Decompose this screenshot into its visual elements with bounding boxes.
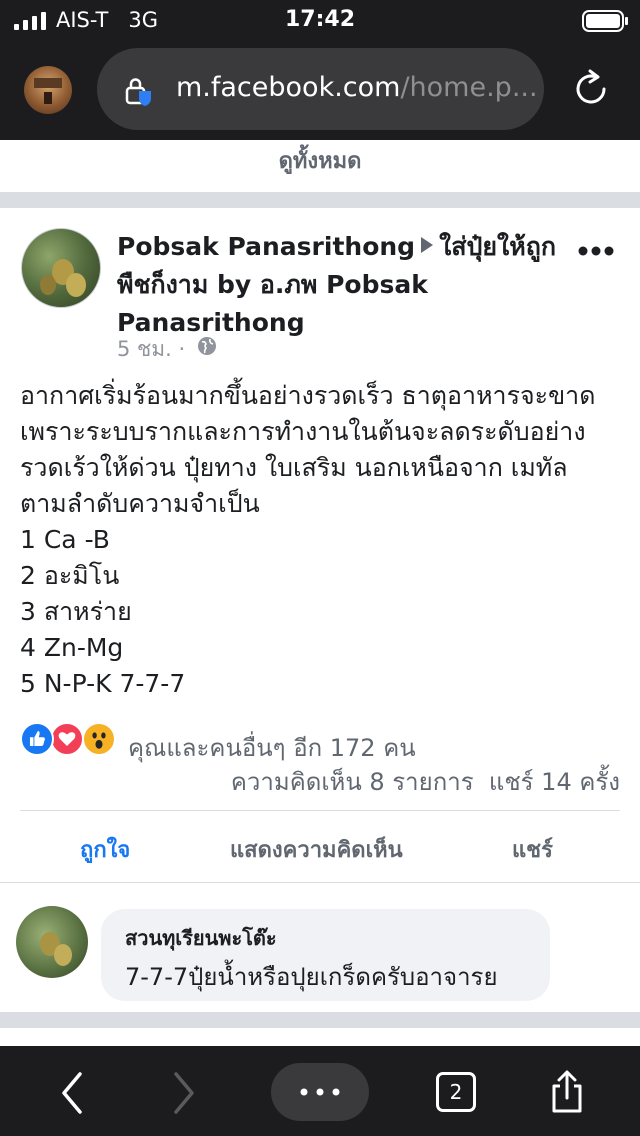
url-text[interactable]: m.facebook.com/home.p... bbox=[176, 72, 536, 103]
post-body-line: 5 N-P-K 7-7-7 bbox=[20, 669, 186, 698]
back-icon[interactable] bbox=[56, 1070, 88, 1116]
feed-separator bbox=[0, 192, 640, 208]
post-author-line: Pobsak Panasrithong ใส่ปุ๋ยให้ถูกพืชก็งาม… bbox=[117, 228, 557, 342]
comment-share-counts: ความคิดเห็น 8 รายการ แชร์ 14 ครั้ง bbox=[0, 762, 620, 801]
comment-button[interactable]: แสดงความคิดเห็น bbox=[230, 832, 403, 867]
status-time: 17:42 bbox=[284, 7, 356, 32]
reload-icon[interactable] bbox=[568, 66, 614, 112]
post-body-line: 1 Ca -B bbox=[20, 525, 110, 554]
post-timestamp[interactable]: 5 ชม. · bbox=[117, 333, 185, 366]
post-body-line: 4 Zn-Mg bbox=[20, 633, 124, 662]
menu-icon bbox=[300, 1088, 340, 1096]
comment-text: 7-7-7ปุ๋ยน้ำหรือปุยเกร็ดครับอาจารย bbox=[125, 963, 498, 991]
tabs-button[interactable]: 2 bbox=[436, 1072, 476, 1112]
post-body: อากาศเริ่มร้อนมากขึ้นอย่างรวดเร็ว ธาตุอา… bbox=[20, 378, 630, 702]
post-author-avatar[interactable] bbox=[21, 228, 101, 308]
wow-reaction-icon bbox=[82, 722, 116, 756]
share-icon[interactable] bbox=[548, 1068, 586, 1114]
divider bbox=[20, 810, 620, 811]
see-all-link[interactable]: ดูทั้งหมด bbox=[0, 140, 640, 192]
post-body-line: รวดเร้วให้ด่วน ปุ๋ยทาง ใบเสริม นอกเหนือจ… bbox=[20, 453, 568, 482]
post-body-line: เพราะระบบรากและการทำงานในต้นจะลดระดับอย่… bbox=[20, 417, 586, 446]
commenter-avatar[interactable] bbox=[16, 906, 88, 978]
arrow-right-icon bbox=[421, 237, 434, 253]
lock-icon bbox=[125, 78, 151, 106]
comments-count[interactable]: ความคิดเห็น 8 รายการ bbox=[231, 768, 474, 796]
shares-count[interactable]: แชร์ 14 ครั้ง bbox=[489, 768, 620, 796]
feed-separator bbox=[0, 1012, 640, 1028]
post-body-line: ตามลำดับความจำเป็น bbox=[20, 489, 260, 518]
more-icon[interactable] bbox=[578, 244, 614, 258]
divider bbox=[0, 882, 640, 883]
post-body-line: 3 สาหร่าย bbox=[20, 597, 132, 626]
love-reaction-icon bbox=[50, 722, 84, 756]
post-body-line: 2 อะมิโน bbox=[20, 561, 120, 590]
post-author-name[interactable]: Pobsak Panasrithong bbox=[117, 232, 415, 261]
share-button[interactable]: แชร์ bbox=[512, 832, 553, 867]
like-button[interactable]: ถูกใจ bbox=[80, 832, 130, 867]
url-path: /home.p... bbox=[400, 72, 536, 103]
globe-icon bbox=[198, 337, 216, 355]
commenter-name[interactable]: สวนทุเรียนพะโต๊ะ bbox=[125, 922, 277, 954]
see-all-label: ดูทั้งหมด bbox=[278, 149, 362, 174]
forward-icon[interactable] bbox=[168, 1070, 200, 1116]
reaction-icons[interactable] bbox=[20, 722, 130, 760]
site-favicon[interactable] bbox=[24, 66, 72, 114]
url-domain: m.facebook.com bbox=[176, 72, 401, 103]
battery-icon bbox=[582, 10, 628, 32]
status-bar: AIS-T 3G 17:42 bbox=[0, 0, 640, 42]
like-reaction-icon bbox=[20, 722, 54, 756]
post-body-line: อากาศเริ่มร้อนมากขึ้นอย่างรวดเร็ว ธาตุอา… bbox=[20, 381, 596, 410]
